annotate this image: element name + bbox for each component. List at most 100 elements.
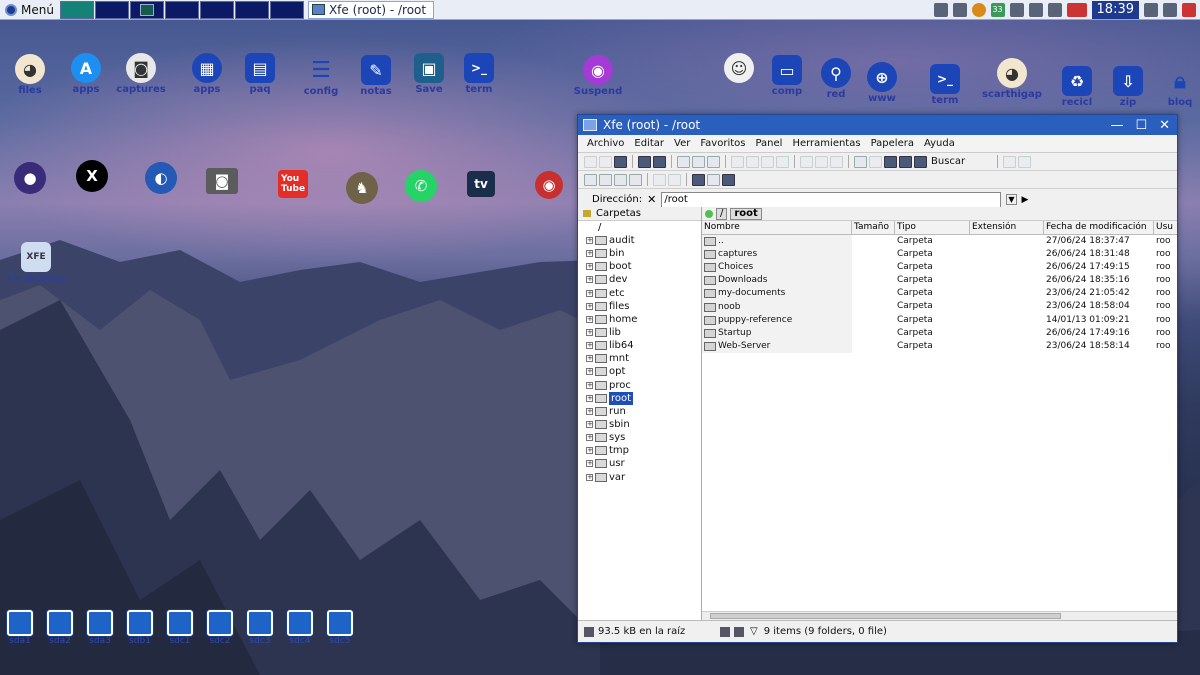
up-icon[interactable] [614,155,627,168]
tree-item[interactable]: + mnt [578,352,701,365]
x-twitter-icon[interactable]: X [76,160,108,192]
workspace-5[interactable] [199,0,234,19]
address-input[interactable] [661,191,1002,208]
desktop-icon-zip[interactable]: ⇩ zip [1098,66,1158,109]
two-panels-icon[interactable] [614,173,627,186]
desktop-icon-apps-grid[interactable]: ▦ apps [177,53,237,96]
tree-item[interactable]: + root [578,391,701,405]
desktop-icon-paq[interactable]: ▤ paq [230,53,290,96]
user-icon[interactable] [952,2,967,17]
search-label[interactable]: Buscar [931,156,965,167]
drive-sdc3[interactable]: sdc3 [244,610,276,646]
home-icon[interactable] [720,626,730,637]
table-row[interactable]: captures Carpeta 26/06/24 18:31:48 roo [702,248,1177,262]
minimize-icon[interactable]: — [1110,118,1123,133]
home-icon[interactable] [638,155,651,168]
tree-panel-icon[interactable] [599,173,612,186]
tree-item[interactable]: + opt [578,365,701,378]
menu-ver[interactable]: Ver [669,138,695,149]
menu-favoritos[interactable]: Favoritos [695,138,750,149]
table-row[interactable]: Startup Carpeta 26/06/24 17:49:16 roo [702,326,1177,340]
tree-item[interactable]: + dev [578,273,701,286]
workspace-4[interactable] [164,0,199,19]
workspace-2[interactable] [94,0,129,19]
menu-ayuda[interactable]: Ayuda [919,138,960,149]
forward-icon[interactable] [599,155,612,168]
bug-icon[interactable] [1028,2,1043,17]
tv-icon[interactable]: tv [467,171,495,197]
expand-icon[interactable]: + [586,289,593,297]
expand-icon[interactable]: + [586,447,593,455]
desktop-icon-www[interactable]: ⊕ www [852,62,912,105]
tree-item[interactable]: + run [578,405,701,418]
status-icon[interactable] [971,2,986,17]
menu-editar[interactable]: Editar [629,138,669,149]
selection-icon[interactable] [734,626,744,637]
drive-sda3[interactable]: sda3 [84,610,116,646]
table-row[interactable]: .. Carpeta 27/06/24 18:37:47 roo [702,235,1177,249]
power-icon[interactable] [1182,2,1196,17]
terminal-icon[interactable] [899,155,912,168]
table-row[interactable]: Choices Carpeta 26/06/24 17:49:15 roo [702,261,1177,275]
tree-item[interactable]: + bin [578,247,701,260]
clock[interactable]: 18:39 [1091,0,1139,19]
expand-icon[interactable]: + [586,394,593,402]
view-prev-icon[interactable] [1003,155,1017,168]
tree-item[interactable]: + sys [578,431,701,444]
cut-icon[interactable] [746,155,759,168]
flag-icon[interactable] [1066,2,1087,17]
desktop-icon-apps[interactable]: A apps [56,53,116,96]
expand-icon[interactable]: + [586,473,593,481]
menu-herramientas[interactable]: Herramientas [787,138,865,149]
whatsapp-icon[interactable]: ✆ [405,170,437,202]
workspace-3[interactable] [129,0,164,19]
search-icon[interactable] [914,155,927,168]
col-tipo[interactable]: Tipo [895,221,970,234]
restore-icon[interactable] [815,155,828,168]
tree-item[interactable]: + etc [578,287,701,300]
bookmark-add-icon[interactable] [869,155,882,168]
crumb-root-folder[interactable]: root [730,207,762,220]
desktop-icon-notas[interactable]: ✎ notas [346,55,406,98]
workspace-1[interactable] [59,0,94,19]
network-icon[interactable] [1047,2,1062,17]
view-next-icon[interactable] [1018,155,1032,168]
small-icons-icon[interactable] [707,173,720,186]
expand-icon[interactable]: + [586,421,593,429]
browser-globe-icon[interactable]: ◐ [145,162,177,194]
expand-icon[interactable]: + [586,237,593,245]
paste-icon[interactable] [761,155,774,168]
bookmark-icon[interactable] [854,155,867,168]
expand-icon[interactable]: + [586,302,593,310]
filter-icon[interactable]: ▽ [750,626,758,637]
col-usuario[interactable]: Usu [1154,221,1174,234]
youtube-icon[interactable]: You Tube [278,170,308,198]
col-fecha[interactable]: Fecha de modificación [1044,221,1154,234]
tree-item[interactable]: + lib64 [578,339,701,352]
desktop-icon-scarthigap[interactable]: ◕ scarthigap [982,58,1042,101]
drive-sdc2[interactable]: sdc2 [204,610,236,646]
copy-icon[interactable] [731,155,744,168]
table-row[interactable]: puppy-reference Carpeta 14/01/13 01:09:21 r… [702,313,1177,327]
gimp-icon[interactable]: ♞ [346,172,378,204]
table-row[interactable]: Downloads Carpeta 26/06/24 18:35:16 roo [702,274,1177,288]
maximize-icon[interactable]: ☐ [1135,118,1147,133]
horizontal-scrollbar[interactable] [702,611,1177,620]
tree-item[interactable]: + proc [578,379,701,392]
one-panel-icon[interactable] [584,173,597,186]
tree-item[interactable]: + audit [578,234,701,247]
camera-icon[interactable]: ◙ [206,168,238,194]
table-row[interactable]: my-documents Carpeta 23/06/24 21:05:42 roo [702,287,1177,301]
desktop-icon-term-right[interactable]: >_ term [915,64,975,107]
col-nombre[interactable]: Nombre [702,221,852,234]
new-folder-icon[interactable] [692,155,705,168]
expand-icon[interactable]: + [586,276,593,284]
col-tamano[interactable]: Tamaño [852,221,895,234]
desktop-icon-config[interactable]: ☰ config [291,55,351,98]
clear-address-icon[interactable]: ✕ [647,193,656,206]
big-icons-icon[interactable] [692,173,705,186]
battery-icon[interactable] [1144,2,1158,17]
address-dropdown-icon[interactable]: ▼ [1006,194,1017,205]
new-file-icon[interactable] [677,155,690,168]
tree-item[interactable]: + home [578,313,701,326]
